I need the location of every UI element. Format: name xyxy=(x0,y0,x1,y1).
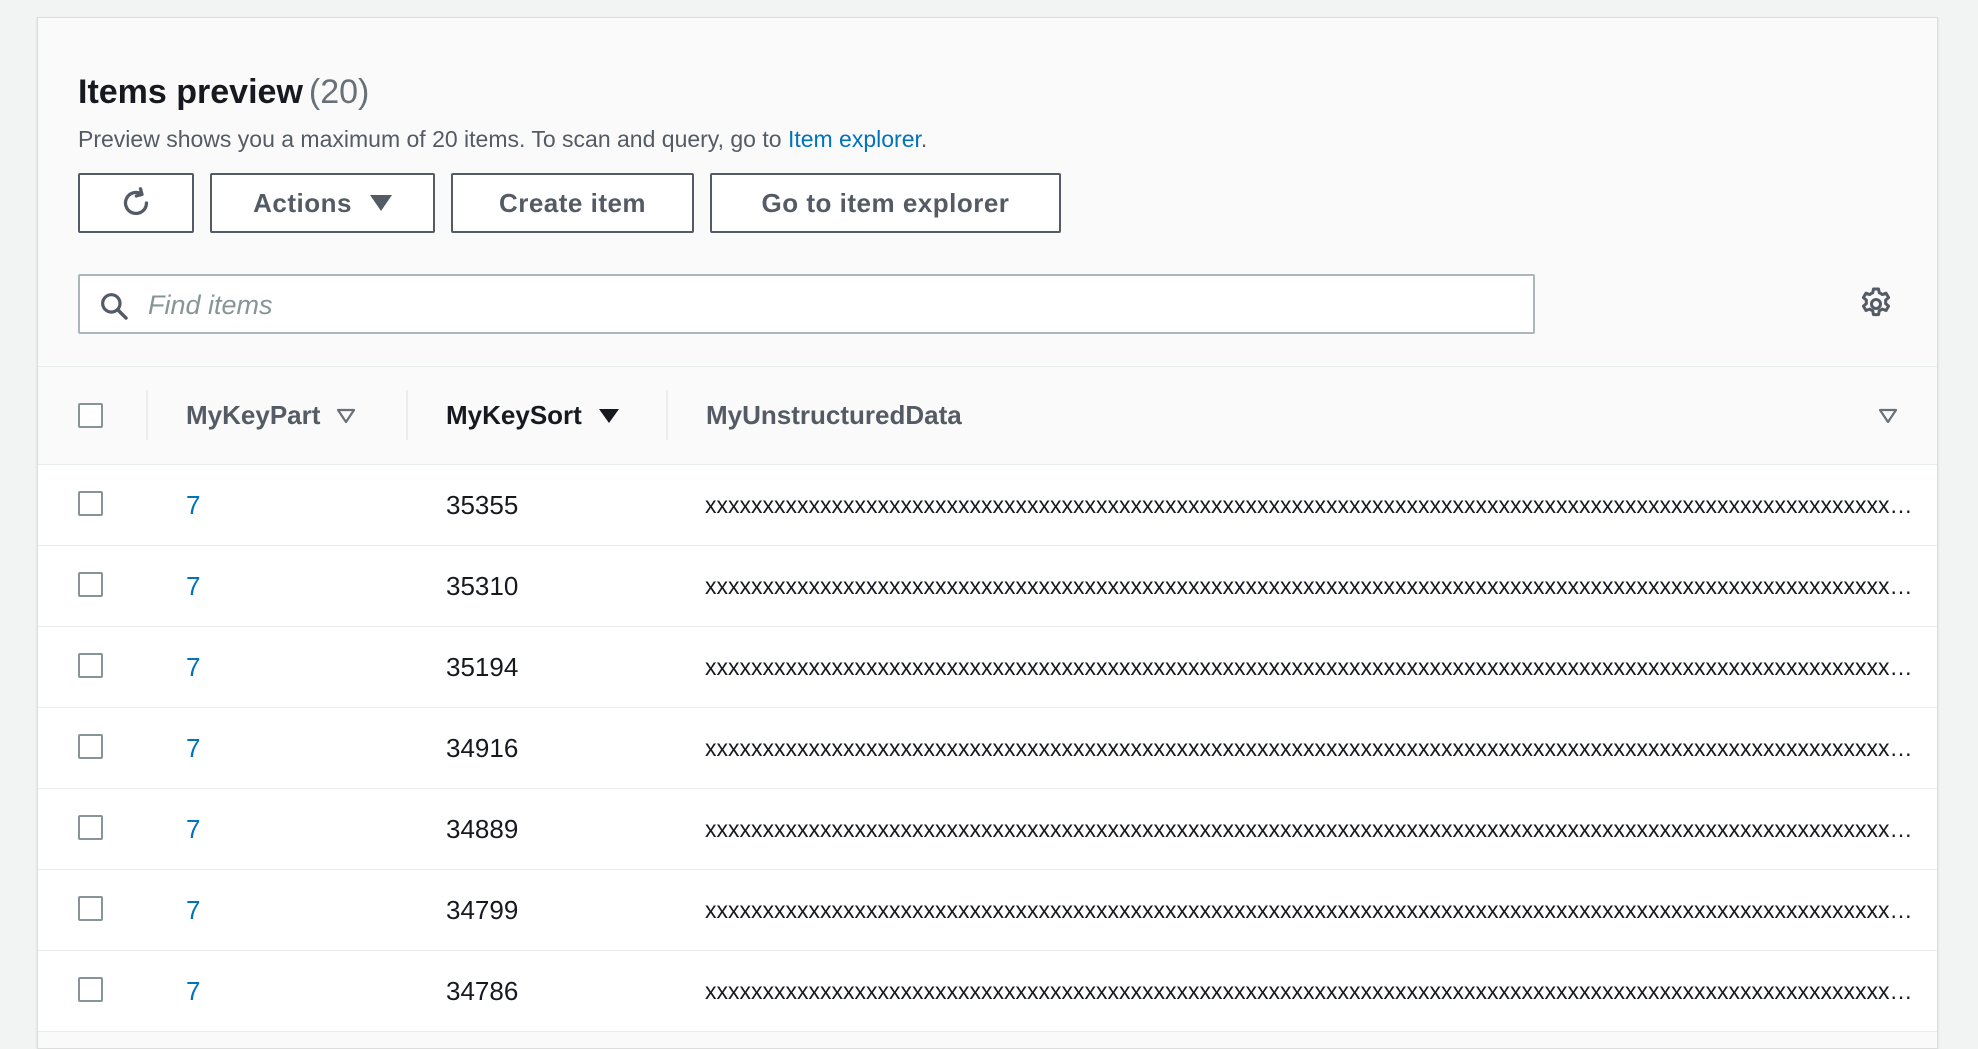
panel-header: Items preview (20) Preview shows you a ma… xyxy=(38,18,1937,366)
cell-mykeysort: 35355 xyxy=(446,489,519,520)
cell-mykeysort: 35310 xyxy=(446,570,519,601)
cell-data-text: xxxxxxxxxxxxxxxxxxxxxxxxxxxxxxxxxxxxxxxx… xyxy=(705,572,1921,599)
cell-mykeysort: 34799 xyxy=(446,894,519,925)
row-checkbox[interactable] xyxy=(78,653,103,678)
column-label: MyKeyPart xyxy=(186,400,321,430)
cell-myunstructureddata: xxxxxxxxxxxxxxxxxxxxxxxxxxxxxxxxxxxxxxxx… xyxy=(705,546,1921,626)
description-text: Preview shows you a maximum of 20 items.… xyxy=(78,126,782,152)
search-box xyxy=(78,274,1535,334)
table-row[interactable]: 7 35194 xxxxxxxxxxxxxxxxxxxxxxxxxxxxxxxx… xyxy=(38,627,1937,708)
cell-data-text: xxxxxxxxxxxxxxxxxxxxxxxxxxxxxxxxxxxxxxxx… xyxy=(705,653,1921,680)
cell-mykeysort: 34786 xyxy=(446,975,519,1006)
row-checkbox[interactable] xyxy=(78,734,103,759)
table-row[interactable]: 7 34916 xxxxxxxxxxxxxxxxxxxxxxxxxxxxxxxx… xyxy=(38,708,1937,789)
refresh-button[interactable] xyxy=(78,173,194,233)
refresh-icon xyxy=(123,187,149,216)
column-divider xyxy=(146,390,148,440)
cell-mykeysort: 34889 xyxy=(446,813,519,844)
cell-data-text: xxxxxxxxxxxxxxxxxxxxxxxxxxxxxxxxxxxxxxxx… xyxy=(705,734,1921,761)
cell-mykeypart[interactable]: 7 xyxy=(186,870,200,950)
create-item-label: Create item xyxy=(498,187,647,218)
actions-dropdown-button[interactable]: Actions xyxy=(210,173,435,233)
table-row[interactable]: 7 34889 xxxxxxxxxxxxxxxxxxxxxxxxxxxxxxxx… xyxy=(38,789,1937,870)
create-item-button[interactable]: Create item xyxy=(451,173,694,233)
go-to-item-explorer-button[interactable]: Go to item explorer xyxy=(710,173,1061,233)
items-preview-panel: Items preview (20) Preview shows you a ma… xyxy=(37,17,1938,1049)
item-explorer-link[interactable]: Item explorer xyxy=(788,126,921,152)
sort-descending-icon xyxy=(598,408,619,423)
page-title: Items preview (20) xyxy=(78,73,369,112)
item-count: (20) xyxy=(308,73,370,111)
row-checkbox[interactable] xyxy=(78,896,103,921)
row-checkbox[interactable] xyxy=(78,815,103,840)
description: Preview shows you a maximum of 20 items.… xyxy=(78,126,927,153)
cell-myunstructureddata: xxxxxxxxxxxxxxxxxxxxxxxxxxxxxxxxxxxxxxxx… xyxy=(705,465,1921,545)
cell-myunstructureddata: xxxxxxxxxxxxxxxxxxxxxxxxxxxxxxxxxxxxxxxx… xyxy=(705,789,1921,869)
table-row[interactable]: 7 34786 xxxxxxxxxxxxxxxxxxxxxxxxxxxxxxxx… xyxy=(38,951,1937,1032)
select-all-checkbox[interactable] xyxy=(78,403,103,428)
search-input[interactable] xyxy=(146,282,1510,328)
cell-myunstructureddata: xxxxxxxxxxxxxxxxxxxxxxxxxxxxxxxxxxxxxxxx… xyxy=(705,627,1921,707)
column-header-myunstructureddata[interactable]: MyUnstructuredData xyxy=(706,367,962,464)
column-label: MyUnstructuredData xyxy=(706,400,962,430)
table-row[interactable]: 7 35355 xxxxxxxxxxxxxxxxxxxxxxxxxxxxxxxx… xyxy=(38,465,1937,546)
description-end: . xyxy=(920,126,928,152)
cell-data-text: xxxxxxxxxxxxxxxxxxxxxxxxxxxxxxxxxxxxxxxx… xyxy=(705,896,1921,923)
row-checkbox[interactable] xyxy=(78,572,103,597)
cell-myunstructureddata: xxxxxxxxxxxxxxxxxxxxxxxxxxxxxxxxxxxxxxxx… xyxy=(705,870,1921,950)
title-text: Items preview xyxy=(78,73,303,111)
column-header-mykeypart[interactable]: MyKeyPart xyxy=(186,367,356,464)
sort-unsorted-icon[interactable] xyxy=(1878,408,1898,424)
cell-data-text: xxxxxxxxxxxxxxxxxxxxxxxxxxxxxxxxxxxxxxxx… xyxy=(705,491,1921,518)
column-divider xyxy=(406,390,408,440)
go-to-item-explorer-label: Go to item explorer xyxy=(761,187,1010,218)
column-divider xyxy=(666,390,668,440)
table-header: MyKeyPart MyKeySort MyUnstructuredData xyxy=(38,367,1937,465)
cell-mykeypart[interactable]: 7 xyxy=(186,465,200,545)
caret-down-icon xyxy=(369,195,392,211)
row-checkbox[interactable] xyxy=(78,977,103,1002)
column-label: MyKeySort xyxy=(446,400,582,430)
gear-icon[interactable] xyxy=(1858,286,1894,322)
column-header-mykeysort[interactable]: MyKeySort xyxy=(446,367,620,464)
cell-data-text: xxxxxxxxxxxxxxxxxxxxxxxxxxxxxxxxxxxxxxxx… xyxy=(705,815,1921,842)
cell-mykeypart[interactable]: 7 xyxy=(186,789,200,869)
cell-mykeypart[interactable]: 7 xyxy=(186,708,200,788)
actions-label: Actions xyxy=(253,187,352,218)
cell-data-text: xxxxxxxxxxxxxxxxxxxxxxxxxxxxxxxxxxxxxxxx… xyxy=(705,977,1921,1004)
items-table: MyKeyPart MyKeySort MyUnstructuredData 7… xyxy=(38,366,1937,1032)
cell-myunstructureddata: xxxxxxxxxxxxxxxxxxxxxxxxxxxxxxxxxxxxxxxx… xyxy=(705,708,1921,788)
row-checkbox[interactable] xyxy=(78,491,103,516)
search-icon xyxy=(101,293,128,320)
cell-mykeysort: 35194 xyxy=(446,651,519,682)
sort-unsorted-icon xyxy=(337,408,356,423)
cell-mykeysort: 34916 xyxy=(446,732,519,763)
table-row[interactable]: 7 35310 xxxxxxxxxxxxxxxxxxxxxxxxxxxxxxxx… xyxy=(38,546,1937,627)
cell-mykeypart[interactable]: 7 xyxy=(186,546,200,626)
cell-mykeypart[interactable]: 7 xyxy=(186,951,200,1031)
cell-mykeypart[interactable]: 7 xyxy=(186,627,200,707)
cell-myunstructureddata: xxxxxxxxxxxxxxxxxxxxxxxxxxxxxxxxxxxxxxxx… xyxy=(705,951,1921,1031)
table-row[interactable]: 7 34799 xxxxxxxxxxxxxxxxxxxxxxxxxxxxxxxx… xyxy=(38,870,1937,951)
